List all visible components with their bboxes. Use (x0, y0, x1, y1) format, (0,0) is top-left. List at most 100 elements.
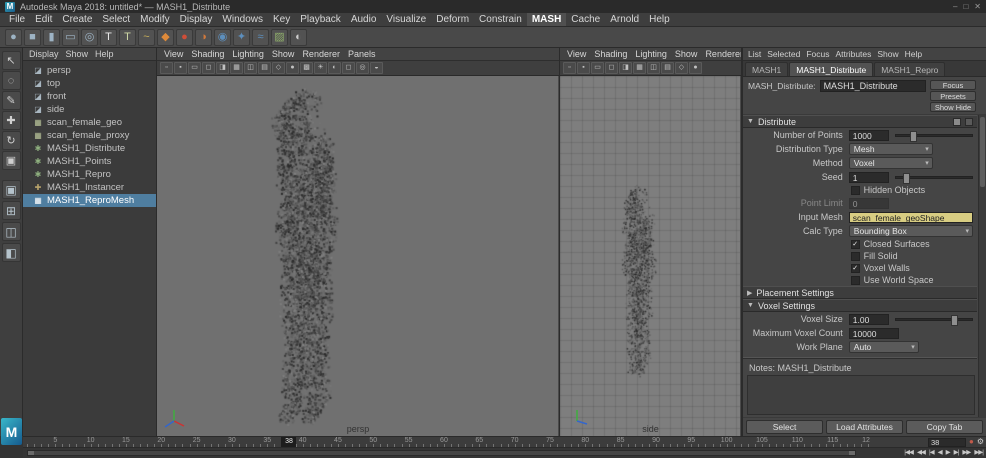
poly-cylinder-icon[interactable]: ▮ (43, 29, 60, 46)
poly-cube-icon[interactable]: ■ (24, 29, 41, 46)
range-start-handle[interactable] (28, 451, 34, 455)
fluids-icon[interactable]: ≈ (252, 29, 269, 46)
xray-icon[interactable]: ◻ (342, 62, 355, 74)
menu-select[interactable]: Select (97, 13, 135, 26)
resolution-gate-icon[interactable]: ◻ (202, 62, 215, 74)
film-gate-icon[interactable]: ▭ (591, 62, 604, 74)
wireframe-icon[interactable]: ◇ (675, 62, 688, 74)
method-dropdown[interactable]: Voxel (849, 157, 933, 169)
shadows-icon[interactable]: ◐ (328, 62, 341, 74)
layout-outliner-persp-button[interactable]: ◧ (2, 243, 21, 262)
number-of-points-slider[interactable] (895, 134, 973, 137)
gate-mask-icon[interactable]: ◨ (216, 62, 229, 74)
poly-torus-icon[interactable]: ◎ (81, 29, 98, 46)
hidden-objects-checkbox[interactable] (851, 186, 860, 195)
persp-menu-shading[interactable]: Shading (188, 49, 227, 59)
section-placement-settings[interactable]: ▶ Placement Settings (743, 286, 977, 299)
wireframe-icon[interactable]: ◇ (272, 62, 285, 74)
mash-network-icon[interactable]: ◆ (157, 29, 174, 46)
outliner-item-scan-female-proxy[interactable]: ▦scan_female_proxy (23, 129, 156, 142)
minimize-button[interactable]: – (953, 0, 957, 13)
curve-tool-icon[interactable]: ~ (138, 29, 155, 46)
layout-two-pane-button[interactable]: ◫ (2, 222, 21, 241)
bifrost-icon[interactable]: ✦ (233, 29, 250, 46)
menu-arnold[interactable]: Arnold (605, 13, 644, 26)
safe-action-icon[interactable]: ◫ (244, 62, 257, 74)
max-voxel-count-field[interactable]: 10000 (849, 328, 899, 339)
poly-sphere-icon[interactable]: ● (5, 29, 22, 46)
safe-action-icon[interactable]: ◫ (647, 62, 660, 74)
ncloth-icon[interactable]: ▨ (271, 29, 288, 46)
field-chart-icon[interactable]: ▦ (633, 62, 646, 74)
outliner-menu-help[interactable]: Help (95, 49, 114, 59)
layout-single-pane-button[interactable]: ▣ (2, 180, 21, 199)
menu-constrain[interactable]: Constrain (474, 13, 527, 26)
outliner-item-side[interactable]: ◪side (23, 103, 156, 116)
swatch-icon[interactable] (953, 118, 961, 126)
perspective-viewport[interactable]: ViewShadingLightingShowRendererPanels ▫▪… (157, 48, 560, 436)
range-end-handle[interactable] (849, 451, 855, 455)
side-menu-view[interactable]: View (564, 49, 589, 59)
tab-mash1-repro[interactable]: MASH1_Repro (874, 62, 945, 76)
play-backward-button[interactable]: ◀ (937, 448, 943, 458)
smooth-shade-icon[interactable]: ● (286, 62, 299, 74)
smooth-shade-icon[interactable]: ● (689, 62, 702, 74)
anim-prefs-button[interactable]: ⚙ (977, 437, 984, 447)
isolate-select-icon[interactable]: ◎ (356, 62, 369, 74)
scale-tool[interactable]: ▣ (2, 151, 21, 170)
ae-menu-focus[interactable]: Focus (806, 49, 829, 59)
ae-menu-show[interactable]: Show (877, 49, 898, 59)
outliner-item-front[interactable]: ◪front (23, 90, 156, 103)
outliner-item-mash1-points[interactable]: ✱MASH1_Points (23, 155, 156, 168)
close-button[interactable]: ✕ (974, 0, 981, 13)
lock-camera-icon[interactable]: ▪ (174, 62, 187, 74)
outliner-menu-display[interactable]: Display (29, 49, 59, 59)
maximize-button[interactable]: □ (963, 0, 968, 13)
range-slider[interactable]: |◀◀◀◀|◀◀▶▶|▶▶▶▶| (23, 447, 986, 458)
menu-visualize[interactable]: Visualize (381, 13, 431, 26)
exposure-icon[interactable]: ◒ (370, 62, 383, 74)
menu-create[interactable]: Create (57, 13, 97, 26)
current-time-field[interactable]: 38 (928, 438, 966, 447)
presets-button[interactable]: Presets (930, 91, 976, 101)
ae-menu-selected[interactable]: Selected (767, 49, 800, 59)
lasso-select-tool[interactable]: ◌ (2, 71, 21, 90)
outliner-item-persp[interactable]: ◪persp (23, 64, 156, 77)
outliner-item-scan-female-geo[interactable]: ▦scan_female_geo (23, 116, 156, 129)
outliner-item-mash1-repro[interactable]: ✱MASH1_Repro (23, 168, 156, 181)
outliner-item-mash1-distribute[interactable]: ✱MASH1_Distribute (23, 142, 156, 155)
node-name-field[interactable]: MASH1_Distribute (820, 80, 926, 92)
menu-modify[interactable]: Modify (135, 13, 174, 26)
step-forward-key-button[interactable]: ▶| (953, 448, 960, 458)
time-slider[interactable]: 5101520253035404550556065707580859095100… (23, 436, 986, 447)
gate-mask-icon[interactable]: ◨ (619, 62, 632, 74)
calc-type-dropdown[interactable]: Bounding Box (849, 225, 973, 237)
voxel-size-field[interactable]: 1.00 (849, 314, 889, 325)
persp-menu-view[interactable]: View (161, 49, 186, 59)
section-distribute[interactable]: ▼ Distribute (743, 115, 977, 128)
lock-camera-icon[interactable]: ▪ (577, 62, 590, 74)
menu-deform[interactable]: Deform (431, 13, 474, 26)
step-back-key-button[interactable]: |◀ (928, 448, 935, 458)
use-world-space-checkbox[interactable] (851, 276, 860, 285)
closed-surfaces-checkbox[interactable]: ✓ (851, 240, 860, 249)
seed-slider[interactable] (895, 176, 973, 179)
select-camera-icon[interactable]: ▫ (160, 62, 173, 74)
menu-windows[interactable]: Windows (217, 13, 268, 26)
menu-mash[interactable]: MASH (527, 13, 566, 26)
persp-menu-renderer[interactable]: Renderer (299, 49, 343, 59)
seed-field[interactable]: 1 (849, 172, 889, 183)
rotate-tool[interactable]: ↻ (2, 131, 21, 150)
menu-help[interactable]: Help (644, 13, 675, 26)
side-viewport-canvas[interactable] (560, 76, 740, 436)
menu-display[interactable]: Display (175, 13, 218, 26)
menu-playback[interactable]: Playback (295, 13, 346, 26)
time-ticks[interactable]: 5101520253035404550556065707580859095100… (25, 437, 870, 447)
ae-menu-list[interactable]: List (748, 49, 761, 59)
slider-handle[interactable] (903, 173, 910, 184)
arnold-render-icon[interactable]: ◐ (290, 29, 307, 46)
outliner-item-mash1-instancer[interactable]: ✚MASH1_Instancer (23, 181, 156, 194)
auto-key-button[interactable]: ● (969, 437, 974, 447)
step-forward-frame-button[interactable]: ▶▶ (961, 448, 971, 458)
ae-menu-attributes[interactable]: Attributes (835, 49, 871, 59)
